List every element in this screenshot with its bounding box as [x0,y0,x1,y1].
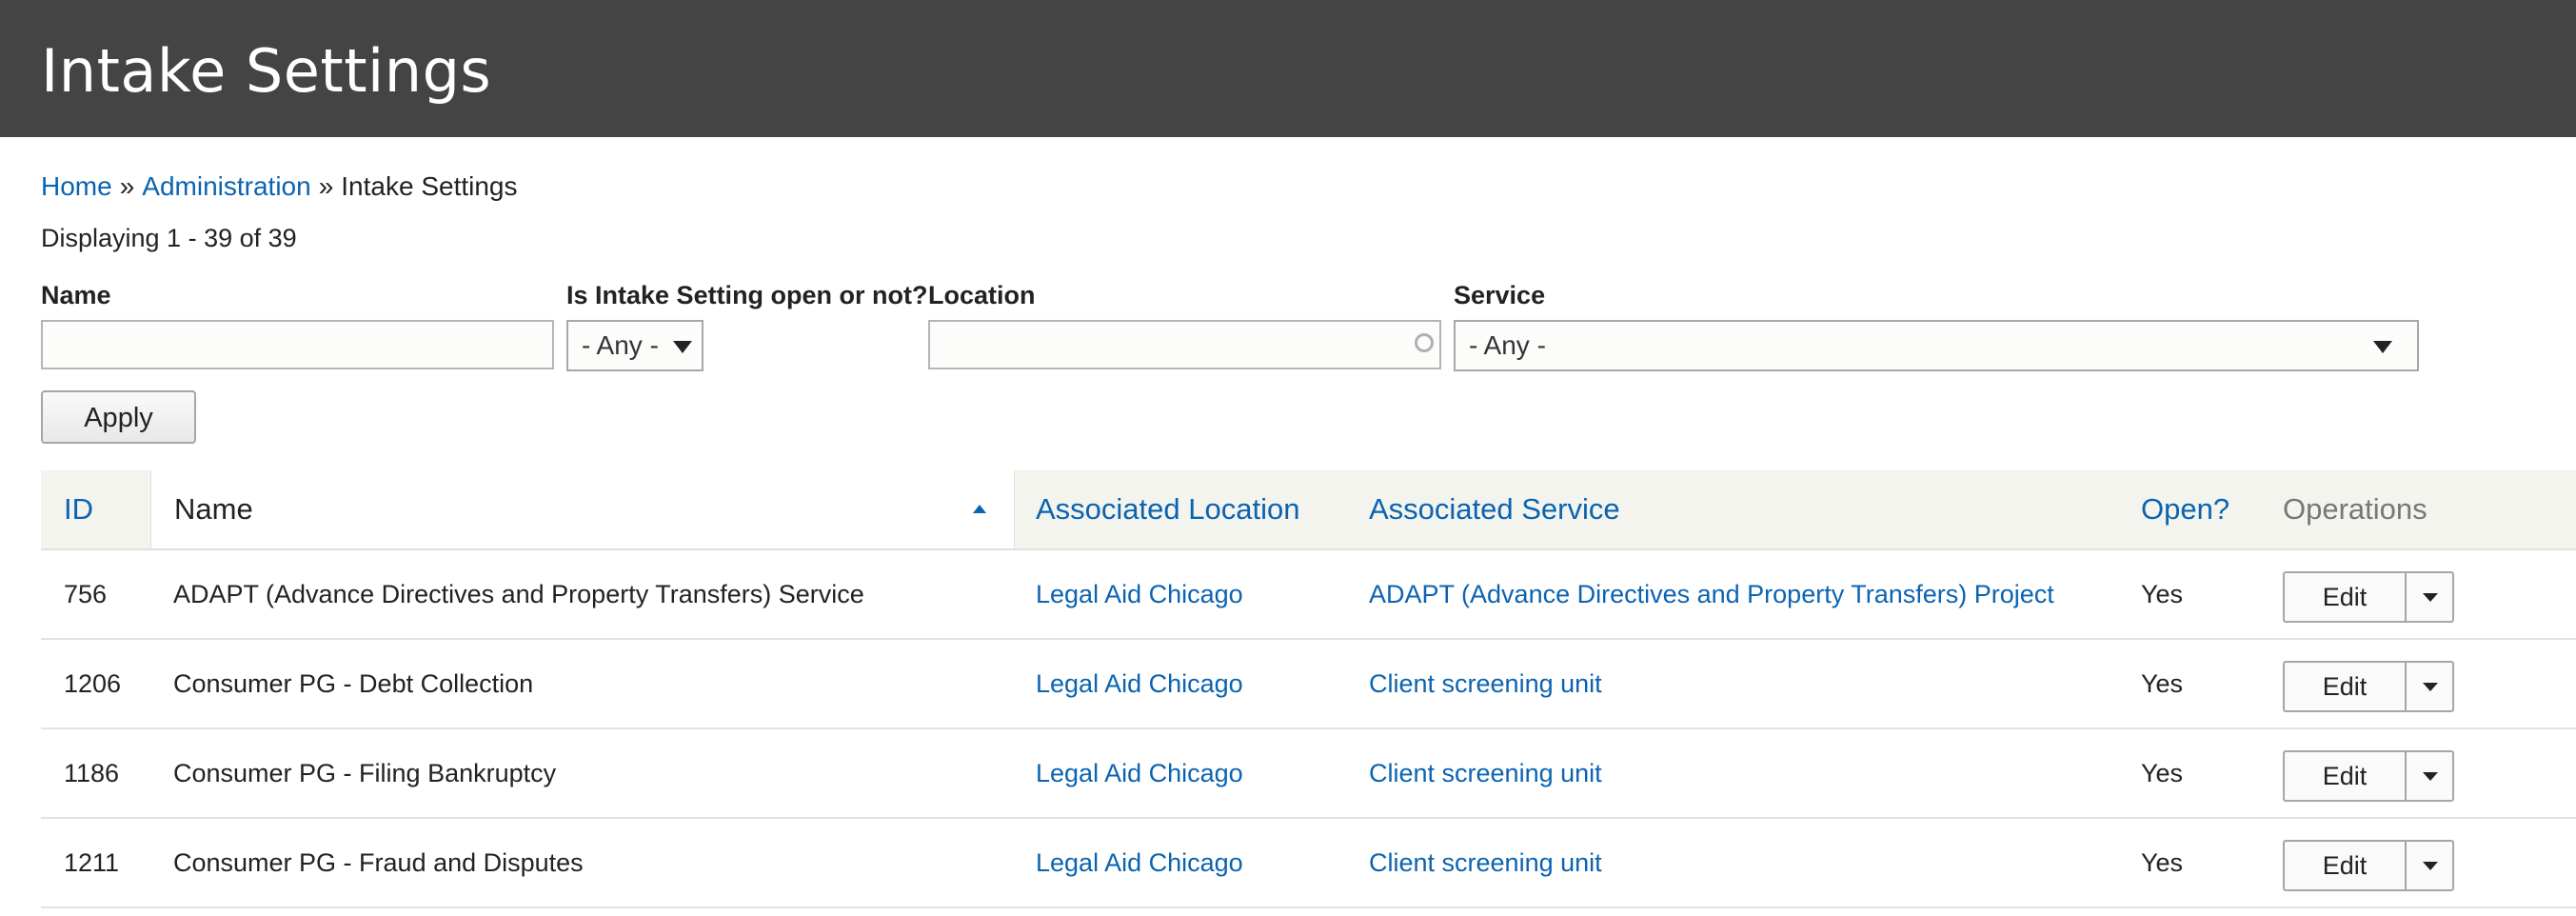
cell-open: Yes [2141,669,2184,698]
cell-service-link[interactable]: ADAPT (Advance Directives and Property T… [1369,550,2054,638]
cell-service-link[interactable]: Client screening unit [1369,640,1602,727]
intake-settings-table: ID Name Associated Location Associated S… [41,470,2576,908]
result-summary: Displaying 1 - 39 of 39 [41,224,297,252]
breadcrumb-administration-link[interactable]: Administration [142,171,310,201]
name-filter-label: Name [41,281,111,309]
breadcrumb-separator: » [119,171,135,201]
page-header: Intake Settings [0,0,2576,137]
operations-button-group: Edit [2283,661,2454,712]
sort-ascending-icon [973,505,986,513]
operations-dropdown-toggle[interactable] [2407,663,2452,710]
open-filter-value: - Any - [582,330,659,360]
service-filter-select[interactable]: - Any - [1454,320,2419,371]
cell-name: Consumer PG - Fraud and Disputes [173,848,584,877]
column-header-location[interactable]: Associated Location [1036,470,1299,548]
apply-button[interactable]: Apply [41,390,196,444]
table-row: 1206 Consumer PG - Debt Collection Legal… [41,640,2576,729]
breadcrumb-separator: » [318,171,334,201]
cell-id: 756 [64,580,108,608]
column-header-operations: Operations [2283,492,2427,526]
operations-button-group: Edit [2283,750,2454,802]
table-row: 756 ADAPT (Advance Directives and Proper… [41,550,2576,640]
cell-open: Yes [2141,580,2184,608]
operations-dropdown-toggle[interactable] [2407,573,2452,621]
column-header-id[interactable]: ID [64,470,93,548]
caret-down-icon [2423,593,2438,602]
breadcrumb: Home» Administration» Intake Settings [41,169,518,204]
column-header-name[interactable]: Name [150,470,1015,548]
cell-location-link[interactable]: Legal Aid Chicago [1036,729,1243,817]
caret-down-icon [2373,341,2392,353]
cell-id: 1186 [64,759,120,787]
table-row: 1211 Consumer PG - Fraud and Disputes Le… [41,819,2576,908]
name-filter-input[interactable] [41,320,554,369]
column-header-service[interactable]: Associated Service [1369,470,1620,548]
cell-open: Yes [2141,848,2184,877]
edit-button[interactable]: Edit [2285,842,2407,889]
edit-button[interactable]: Edit [2285,663,2407,710]
autocomplete-throbber-icon [1415,333,1434,352]
caret-down-icon [673,341,692,353]
open-filter-select[interactable]: - Any - [566,320,703,371]
cell-open: Yes [2141,759,2184,787]
cell-location-link[interactable]: Legal Aid Chicago [1036,819,1243,906]
service-filter-label: Service [1454,281,1546,309]
caret-down-icon [2423,683,2438,691]
cell-name: Consumer PG - Filing Bankruptcy [173,759,557,787]
operations-button-group: Edit [2283,571,2454,623]
table-header-row: ID Name Associated Location Associated S… [41,470,2576,550]
cell-location-link[interactable]: Legal Aid Chicago [1036,640,1243,727]
breadcrumb-current: Intake Settings [341,171,518,201]
location-filter-input[interactable] [928,320,1441,369]
service-filter-value: - Any - [1469,330,1546,360]
operations-button-group: Edit [2283,840,2454,891]
cell-location-link[interactable]: Legal Aid Chicago [1036,550,1243,638]
caret-down-icon [2423,862,2438,870]
breadcrumb-home-link[interactable]: Home [41,171,112,201]
table-row: 1186 Consumer PG - Filing Bankruptcy Leg… [41,729,2576,819]
open-filter-label: Is Intake Setting open or not? [566,281,928,309]
column-header-open[interactable]: Open? [2141,470,2229,548]
cell-id: 1211 [64,848,120,877]
edit-button[interactable]: Edit [2285,573,2407,621]
edit-button[interactable]: Edit [2285,752,2407,800]
cell-name: ADAPT (Advance Directives and Property T… [173,580,864,608]
cell-service-link[interactable]: Client screening unit [1369,819,1602,906]
operations-dropdown-toggle[interactable] [2407,842,2452,889]
caret-down-icon [2423,772,2438,781]
cell-service-link[interactable]: Client screening unit [1369,729,1602,817]
cell-id: 1206 [64,669,122,698]
page-title: Intake Settings [41,36,492,106]
column-header-name-label: Name [174,492,253,526]
cell-name: Consumer PG - Debt Collection [173,669,534,698]
operations-dropdown-toggle[interactable] [2407,752,2452,800]
location-filter-label: Location [928,281,1036,309]
